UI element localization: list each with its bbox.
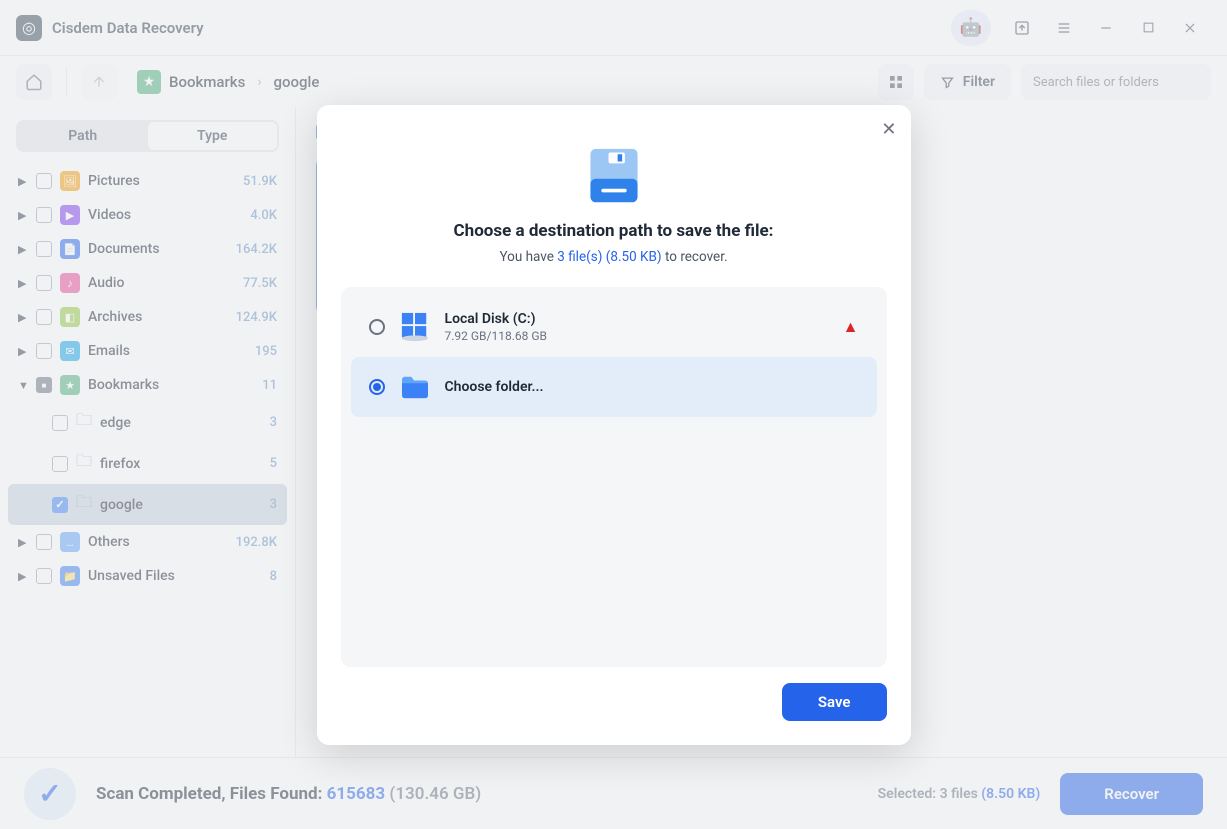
warning-icon: ▲ — [843, 317, 859, 337]
modal-close-button[interactable]: ✕ — [881, 119, 896, 140]
destination-local-disk[interactable]: Local Disk (C:) 7.92 GB/118.68 GB ▲ — [351, 297, 877, 357]
folder-icon — [399, 371, 431, 403]
windows-disk-icon — [399, 311, 431, 343]
save-button[interactable]: Save — [782, 683, 887, 721]
destination-list: Local Disk (C:) 7.92 GB/118.68 GB ▲ Choo… — [341, 287, 887, 667]
destination-detail: 7.92 GB/118.68 GB — [445, 329, 829, 343]
destination-name: Choose folder... — [445, 379, 859, 395]
radio-button[interactable] — [369, 319, 385, 335]
destination-name: Local Disk (C:) — [445, 311, 829, 327]
radio-button[interactable] — [369, 379, 385, 395]
modal-subtitle: You have 3 file(s) (8.50 KB) to recover. — [341, 249, 887, 265]
destination-choose-folder[interactable]: Choose folder... — [351, 357, 877, 417]
save-disk-icon — [585, 147, 643, 205]
modal-title: Choose a destination path to save the fi… — [341, 221, 887, 241]
save-modal: ✕ Choose a destination path to save the … — [317, 105, 911, 745]
